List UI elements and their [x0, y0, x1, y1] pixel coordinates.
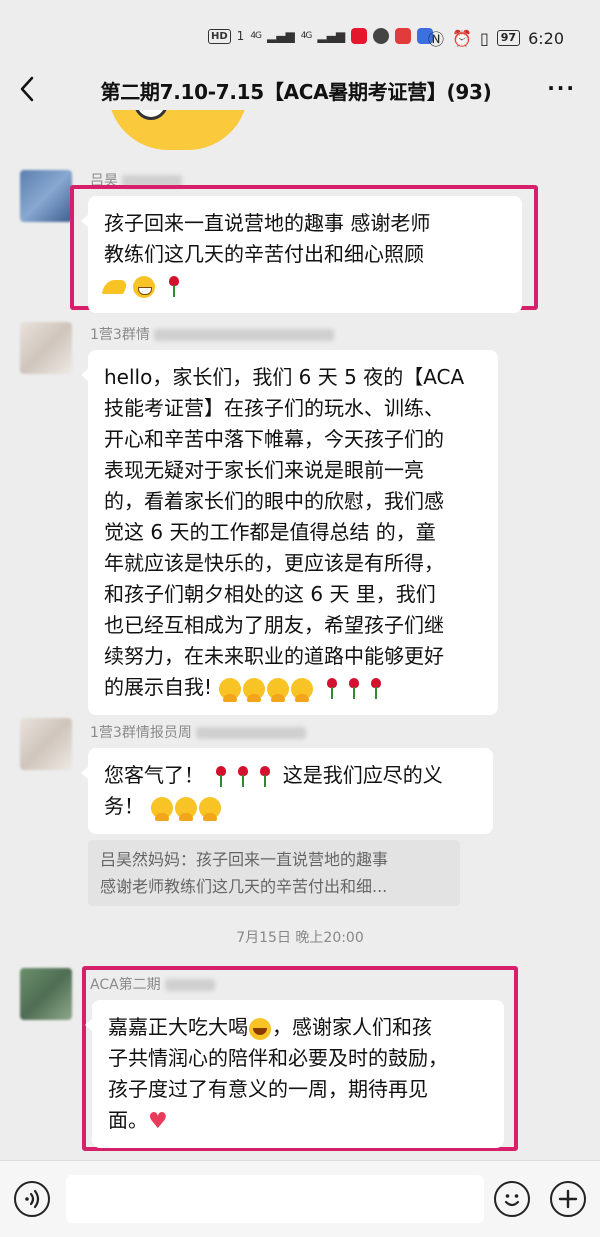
message-bubble[interactable]: 您客气了！ 这是我们应尽的义 务！: [81, 748, 493, 834]
status-right: Ⓝ ⏰ ▯ 97 6:20: [428, 26, 564, 50]
signal-bars-icon-2: ▂▄▆: [317, 29, 346, 43]
rose-emoji: [165, 275, 183, 299]
clock: 6:20: [528, 28, 564, 48]
sender-name: 1营3群情: [90, 324, 334, 344]
heart-emoji: ♥: [148, 1108, 168, 1134]
signal-icon: 4G: [250, 30, 262, 41]
plus-icon[interactable]: [550, 1181, 586, 1217]
message-line: 觉这 6 天的工作都是值得总结 的，童: [104, 520, 436, 544]
message-input[interactable]: [66, 1175, 484, 1223]
rose-emoji: [345, 677, 363, 701]
message-line: 续努力，在未来职业的道路中能够更好: [104, 644, 444, 668]
salute-emoji: [151, 796, 174, 821]
emoji-icon[interactable]: [494, 1181, 530, 1217]
quote-line: 吕昊然妈妈：孩子回来一直说营地的趣事: [100, 850, 389, 869]
message-line: 面。♥: [108, 1108, 168, 1134]
rose-emoji: [256, 765, 274, 789]
hd-badge: HD: [208, 28, 231, 44]
message-line: 孩子度过了有意义的一周，期待再见: [108, 1077, 428, 1101]
weibo-icon: [351, 28, 368, 44]
signal-icon-2: 4G: [300, 30, 313, 41]
salute-emoji: [267, 677, 290, 702]
nfc-icon: Ⓝ: [428, 30, 445, 49]
voice-icon[interactable]: [14, 1181, 50, 1217]
message-bubble[interactable]: hello，家长们，我们 6 天 5 夜的【ACA 技能考证营】在孩子们的玩水、…: [81, 350, 498, 715]
avatar[interactable]: [20, 170, 72, 222]
message-line: 开心和辛苦中落下帷幕，今天孩子们的: [104, 427, 444, 451]
message-line: hello，家长们，我们 6 天 5 夜的【ACA: [104, 365, 465, 389]
app-icon: [373, 28, 390, 44]
more-icon[interactable]: ···: [547, 76, 576, 100]
message-line: 也已经互相成为了朋友，希望孩子们继: [104, 613, 444, 637]
rose-emoji: [212, 765, 230, 789]
status-left: HD 1 4G ▂▄▆ 4G ▂▄▆: [208, 28, 434, 44]
vibrate-icon: ▯: [479, 28, 489, 48]
salute-emoji: [199, 796, 222, 821]
quoted-reply[interactable]: 吕昊然妈妈：孩子回来一直说营地的趣事 感谢老师教练们这几天的辛苦付出和细...: [88, 840, 460, 906]
timestamp: 7月15日 晚上20:00: [236, 930, 364, 946]
laugh-cry-emoji: [249, 1017, 271, 1040]
quote-line: 感谢老师教练们这几天的辛苦付出和细...: [100, 877, 388, 896]
rose-emoji: [234, 765, 252, 789]
message-line: 和孩子们朝夕相处的这 6 天 里，我们: [104, 582, 436, 606]
avatar[interactable]: [20, 322, 72, 374]
emoji-row: [101, 270, 506, 301]
grin-emoji: [133, 275, 156, 298]
battery-icon: 97: [496, 30, 521, 46]
message-line: 务！: [104, 791, 477, 822]
rose-emoji: [323, 677, 341, 701]
message-line: 的，看着家长们的眼中的欣慰，我们感: [104, 489, 444, 513]
salute-emoji: [291, 677, 314, 702]
bow-emoji: [101, 279, 129, 294]
message-line: 年就应该是快乐的，更应该是有所得，: [104, 551, 444, 575]
avatar[interactable]: [20, 718, 72, 770]
input-bar: [0, 1160, 600, 1237]
message-line: 的展示自我!: [104, 672, 482, 703]
message-line: 技能考证营】在孩子们的玩水、训练、: [104, 396, 444, 420]
sticker-image: [108, 110, 248, 150]
message-line: 您客气了！ 这是我们应尽的义: [104, 763, 443, 789]
salute-emoji: [243, 677, 266, 702]
sender-name: 1营3群情报员周: [90, 722, 306, 742]
message-bubble[interactable]: 嘉嘉正大吃大喝 ，感谢家人们和孩 子共情润心的陪伴和必要及时的鼓励， 孩子度过了有…: [85, 1000, 504, 1148]
sim-indicator: 1: [236, 29, 245, 43]
app-icon-2: [395, 28, 412, 44]
chat-area[interactable]: 吕昊 孩子回来一直说营地的趣事 感谢老师 教练们这几天的辛苦付出和细心照顾 1营…: [0, 110, 600, 1160]
message-line: 嘉嘉正大吃大喝 ，感谢家人们和孩: [108, 1015, 432, 1040]
page-title: 第二期7.10-7.15【ACA暑期考证营】(93): [100, 80, 492, 104]
message-line: 孩子回来一直说营地的趣事 感谢老师: [104, 211, 431, 235]
alarm-icon: ⏰: [452, 28, 472, 48]
message-line: 教练们这几天的辛苦付出和细心照顾: [104, 242, 424, 266]
signal-bars-icon: ▂▄▆: [267, 29, 295, 43]
salute-emoji: [219, 677, 242, 702]
message-line: 表现无疑对于家长们来说是眼前一亮: [104, 458, 424, 482]
back-icon[interactable]: [14, 74, 44, 104]
status-bar: HD 1 4G ▂▄▆ 4G ▂▄▆ Ⓝ ⏰ ▯ 97 6:20: [0, 0, 600, 70]
message-bubble[interactable]: 孩子回来一直说营地的趣事 感谢老师 教练们这几天的辛苦付出和细心照顾: [81, 196, 522, 313]
salute-emoji: [175, 796, 198, 821]
chat-header: 第二期7.10-7.15【ACA暑期考证营】(93) ···: [0, 70, 600, 110]
avatar[interactable]: [20, 968, 72, 1020]
rose-emoji: [367, 677, 385, 701]
message-line: 子共情润心的陪伴和必要及时的鼓励，: [108, 1046, 448, 1070]
